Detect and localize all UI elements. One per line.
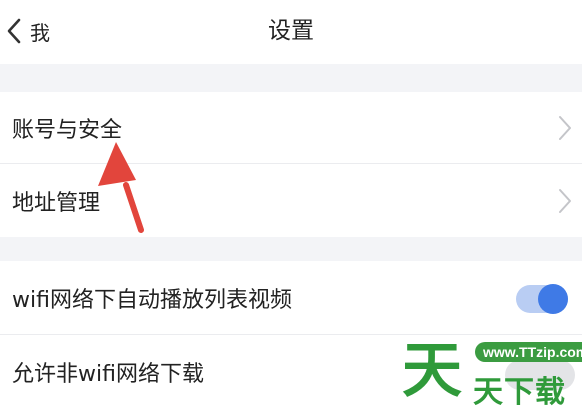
watermark-name: 天下载 xyxy=(473,375,566,408)
settings-screen: 我 设置 账号与安全 地址管理 wifi网络下自动播放列表视频 允许非wifi网… xyxy=(0,0,582,408)
toggle-knob xyxy=(538,284,568,314)
wifi-autoplay-toggle[interactable] xyxy=(516,284,568,314)
row-label: wifi网络下自动播放列表视频 xyxy=(12,287,292,313)
row-label: 账号与安全 xyxy=(12,117,123,143)
section-gap xyxy=(0,237,582,261)
nav-header: 我 设置 xyxy=(0,0,582,64)
watermark-url: www.TTzip.com xyxy=(475,342,582,362)
section-gap xyxy=(0,64,582,92)
page-title: 设置 xyxy=(268,18,314,44)
settings-row-wifi-autoplay: wifi网络下自动播放列表视频 xyxy=(0,261,582,334)
site-watermark: 天 www.TTzip.com 天下载 xyxy=(402,335,582,408)
row-label: 允许非wifi网络下载 xyxy=(12,361,204,387)
chevron-right-icon xyxy=(558,188,572,214)
row-label: 地址管理 xyxy=(12,190,101,216)
settings-row-account-security[interactable]: 账号与安全 xyxy=(0,92,582,163)
watermark-logo-char: 天 xyxy=(402,336,462,406)
chevron-right-icon xyxy=(558,115,572,141)
settings-row-address-management[interactable]: 地址管理 xyxy=(0,164,582,237)
